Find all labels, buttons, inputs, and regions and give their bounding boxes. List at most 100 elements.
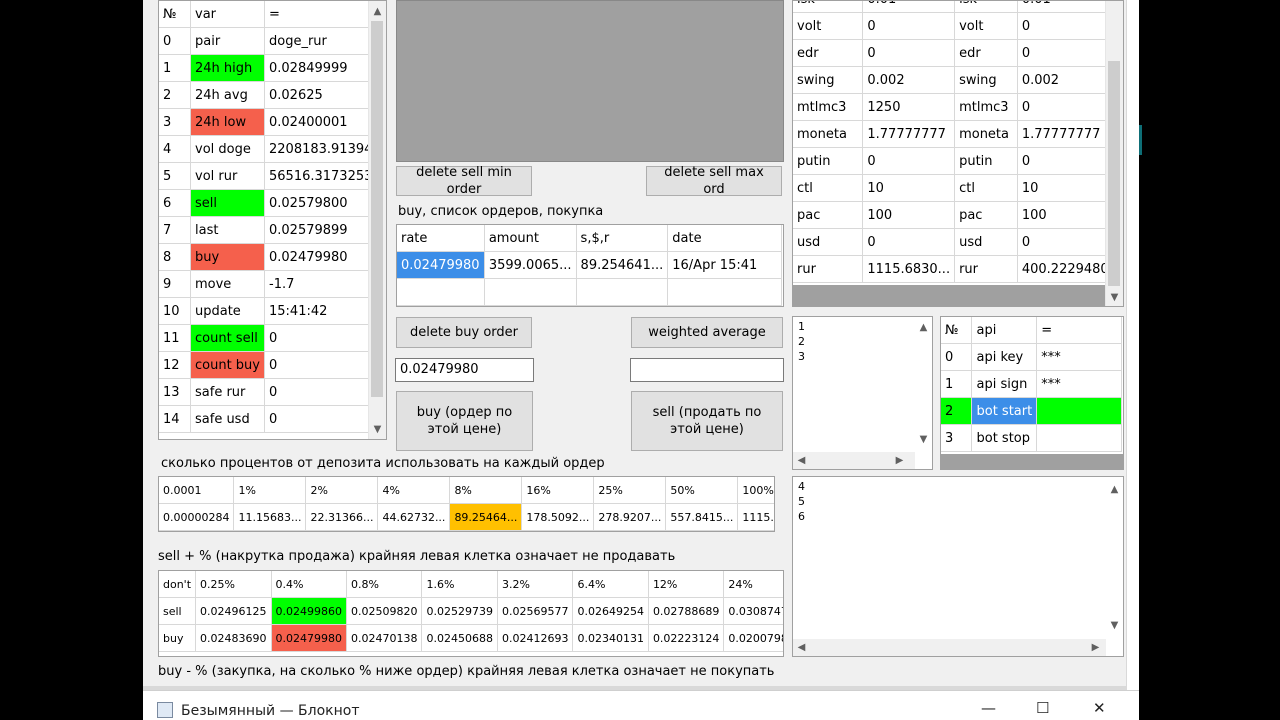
balance-cell[interactable]: putin	[954, 147, 1018, 175]
var-name[interactable]: count buy	[190, 351, 265, 379]
balance-cell[interactable]: pac	[954, 201, 1018, 229]
delete-sell-min-button[interactable]: delete sell min order	[396, 165, 532, 197]
table-row[interactable]: 12 count buy 0	[159, 351, 378, 379]
var-name[interactable]: vol rur	[190, 162, 265, 190]
market-grid-scrollbar[interactable]: ▲ ▼	[368, 1, 386, 439]
sell-cell[interactable]: 0.02649254	[572, 597, 649, 625]
order-cell[interactable]: 16/Apr 15:41	[667, 251, 782, 279]
var-value[interactable]: 0.02400001	[263, 108, 378, 136]
sell-cell[interactable]: 0.03087477	[723, 597, 783, 625]
row-index[interactable]: 13	[159, 378, 191, 406]
var-name[interactable]: 24h avg	[190, 81, 265, 109]
balance-cell[interactable]: putin	[793, 147, 864, 175]
table-row[interactable]: 10 update 15:41:42	[159, 297, 378, 325]
scroll-down-icon[interactable]: ▼	[1106, 289, 1123, 306]
balance-cell[interactable]: volt	[793, 12, 864, 40]
balance-cell[interactable]: rur	[793, 255, 864, 283]
weighted-average-button[interactable]: weighted average	[631, 317, 783, 348]
percent-cell[interactable]: 22.31366...	[305, 503, 379, 531]
column-header[interactable]: =	[263, 1, 378, 28]
buy-cell[interactable]: buy	[159, 624, 197, 652]
var-name[interactable]: 24h high	[190, 54, 265, 82]
buy-cell[interactable]: 0.02470138	[345, 624, 423, 652]
scroll-down-icon[interactable]: ▼	[915, 431, 932, 448]
column-header[interactable]: 3.2%	[496, 571, 574, 598]
var-value[interactable]: 0	[263, 378, 378, 406]
list-item[interactable]: 5	[798, 494, 1118, 509]
balance-cell[interactable]: 0.002	[862, 66, 956, 94]
order-cell[interactable]: 0.02479980	[397, 251, 485, 279]
empty-cell[interactable]	[667, 278, 782, 306]
balance-cell[interactable]: ctl	[793, 174, 864, 202]
balance-cell[interactable]: rur	[954, 255, 1018, 283]
order-cell[interactable]: 89.254641...	[575, 251, 669, 279]
row-index[interactable]: 8	[159, 243, 191, 271]
buy-cell[interactable]: 0.02479980	[270, 624, 348, 652]
balance-cell[interactable]: volt	[954, 12, 1018, 40]
table-row[interactable]: 0.00000284 11.15683... 22.31366... 44.62732…	[159, 503, 774, 531]
row-index[interactable]: 0	[159, 27, 191, 55]
table-row[interactable]: 2 24h avg 0.02625	[159, 81, 378, 109]
sell-row[interactable]: sell 0.02496125 0.02499860 0.02509820 0.0252…	[159, 597, 783, 625]
var-name[interactable]: move	[190, 270, 265, 298]
balance-cell[interactable]: 1250	[862, 93, 956, 121]
balance-cell[interactable]: pac	[793, 201, 864, 229]
balance-cell[interactable]: swing	[954, 66, 1018, 94]
table-row[interactable]: rur 1115.6830... rur 400.22294805	[793, 255, 1123, 283]
table-row[interactable]: volt 0 volt 0	[793, 12, 1123, 40]
list-item[interactable]: 2	[798, 334, 927, 349]
list-a-hscrollbar[interactable]: ◀ ▶	[793, 452, 915, 469]
balance-cell[interactable]: ctl	[954, 174, 1018, 202]
market-info-grid[interactable]: № var = 0 pair doge_rur 1 24h high 0.02849999 2 24…	[158, 0, 387, 440]
var-name[interactable]: pair	[190, 27, 265, 55]
balance-cell[interactable]: mtlmc3	[793, 93, 864, 121]
var-value[interactable]: 2208183.91394	[263, 135, 378, 163]
scroll-right-icon[interactable]: ▶	[891, 452, 908, 469]
scroll-up-icon[interactable]: ▲	[369, 3, 386, 20]
column-header[interactable]: 4%	[377, 477, 451, 504]
api-value[interactable]: ***	[1036, 370, 1122, 398]
var-name[interactable]: safe usd	[190, 405, 265, 433]
sell-cell[interactable]: 0.02499860	[270, 597, 348, 625]
column-header[interactable]: 12%	[647, 571, 725, 598]
balance-scrollbar[interactable]: ▼	[1105, 1, 1123, 306]
var-name[interactable]: last	[190, 216, 265, 244]
balance-cell[interactable]: swing	[793, 66, 864, 94]
api-name[interactable]: api key	[971, 343, 1038, 371]
table-row[interactable]: swing 0.002 swing 0.002	[793, 66, 1123, 94]
row-index[interactable]: 2	[159, 81, 191, 109]
column-header[interactable]: 50%	[665, 477, 739, 504]
scroll-left-icon[interactable]: ◀	[793, 452, 810, 469]
table-row[interactable]: ctl 10 ctl 10	[793, 174, 1123, 202]
var-value[interactable]: 0	[263, 405, 378, 433]
empty-row[interactable]	[397, 278, 782, 306]
api-value[interactable]	[1036, 397, 1122, 425]
close-button[interactable]: ✕	[1093, 699, 1106, 717]
balance-cell[interactable]: 0	[862, 39, 956, 67]
balance-cell[interactable]: moneta	[793, 120, 864, 148]
table-row[interactable]: putin 0 putin 0	[793, 147, 1123, 175]
buy-row[interactable]: buy 0.02483690 0.02479980 0.02470138 0.02450…	[159, 624, 783, 652]
table-row[interactable]: 4 vol doge 2208183.91394	[159, 135, 378, 163]
buy-cell[interactable]: 0.02412693	[496, 624, 574, 652]
var-value[interactable]: 0.02579800	[263, 189, 378, 217]
empty-cell[interactable]	[483, 278, 577, 306]
var-value[interactable]: 56516.3173253	[263, 162, 378, 190]
balance-cell[interactable]: 0	[862, 147, 956, 175]
percent-cell[interactable]: 11.15683...	[233, 503, 307, 531]
row-index[interactable]: 3	[941, 424, 973, 452]
column-header[interactable]: 0.25%	[195, 571, 272, 598]
list-item[interactable]: 4	[798, 479, 1118, 494]
table-row[interactable]: 7 last 0.02579899	[159, 216, 378, 244]
table-row[interactable]: 3 24h low 0.02400001	[159, 108, 378, 136]
table-row[interactable]: 8 buy 0.02479980	[159, 243, 378, 271]
table-row[interactable]: lsk0.01lsk0.01	[793, 1, 1123, 13]
buy-at-price-button[interactable]: buy (ордер по этой цене)	[396, 391, 533, 451]
table-row[interactable]: 11 count sell 0	[159, 324, 378, 352]
buy-price-input[interactable]: 0.02479980	[395, 358, 534, 382]
row-index[interactable]: 9	[159, 270, 191, 298]
var-name[interactable]: safe rur	[190, 378, 265, 406]
weighted-average-input[interactable]	[630, 358, 784, 382]
var-value[interactable]: 0.02579899	[263, 216, 378, 244]
api-name[interactable]: bot stop	[971, 424, 1038, 452]
